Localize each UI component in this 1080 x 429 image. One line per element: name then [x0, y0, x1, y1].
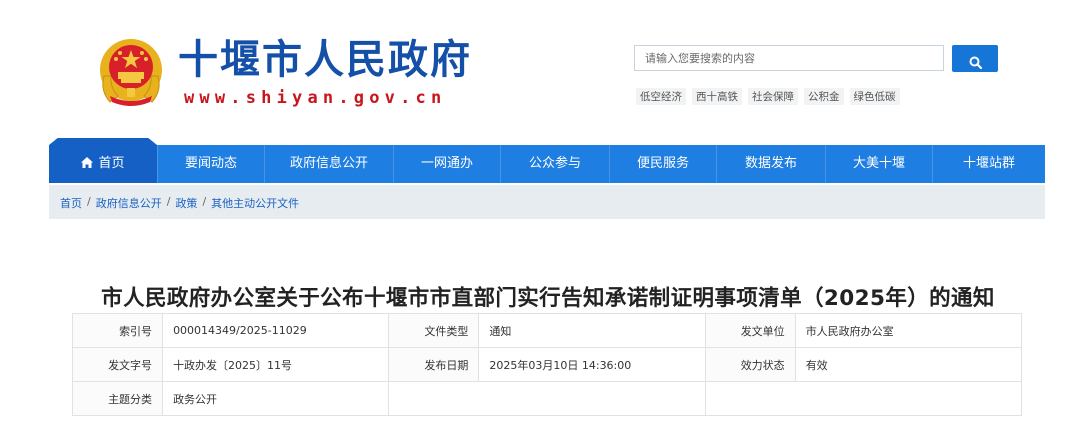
- index-label: 索引号: [71, 313, 164, 348]
- nav-item-news[interactable]: 要闻动态: [157, 145, 264, 183]
- nav-item-data-release[interactable]: 数据发布: [716, 145, 825, 183]
- doc-type-label: 文件类型: [388, 313, 480, 348]
- search-input[interactable]: [634, 45, 944, 71]
- home-icon: [81, 157, 94, 168]
- topic-label: 主题分类: [71, 381, 164, 416]
- nav-item-site-group[interactable]: 十堰站群: [932, 145, 1045, 183]
- nav-item-beautiful-shiyan[interactable]: 大美十堰: [825, 145, 932, 183]
- publish-date-value: 2025年03月10日 14:36:00: [478, 347, 706, 382]
- national-emblem-logo: [96, 36, 166, 108]
- breadcrumb-home[interactable]: 首页: [60, 195, 82, 211]
- issuer-label: 发文单位: [704, 313, 796, 348]
- nav-item-online-services[interactable]: 一网通办: [393, 145, 500, 183]
- main-nav: 首页 要闻动态 政府信息公开 一网通办 公众参与 便民服务 数据发布 大美十堰 …: [49, 145, 1045, 183]
- nav-item-public-participation[interactable]: 公众参与: [500, 145, 609, 183]
- search-icon: [969, 56, 982, 69]
- hot-tag[interactable]: 社会保障: [748, 88, 798, 105]
- hot-tag[interactable]: 低空经济: [636, 88, 686, 105]
- doc-number-label: 发文字号: [71, 347, 164, 382]
- doc-type-value: 通知: [478, 313, 706, 348]
- doc-number-value: 十政办发〔2025〕11号: [162, 347, 390, 382]
- nav-item-gov-info[interactable]: 政府信息公开: [264, 145, 393, 183]
- hot-tag[interactable]: 绿色低碳: [849, 88, 900, 105]
- topic-value: 政务公开: [162, 381, 390, 416]
- site-domain: www.shiyan.gov.cn: [184, 88, 447, 108]
- table-row: 发文字号 十政办发〔2025〕11号 发布日期 2025年03月10日 14:3…: [71, 347, 1023, 382]
- nav-item-home[interactable]: 首页: [49, 145, 157, 183]
- table-row: 主题分类 政务公开: [71, 381, 1023, 416]
- site-title: 十堰市人民政府: [178, 36, 472, 83]
- issuer-value: 市人民政府办公室: [794, 313, 1023, 348]
- hot-search-tags: 低空经济 西十高铁 社会保障 公积金 绿色低碳: [636, 88, 900, 105]
- breadcrumb-policy[interactable]: 政策: [175, 195, 197, 211]
- publish-date-label: 发布日期: [388, 347, 480, 382]
- validity-label: 效力状态: [704, 347, 796, 382]
- breadcrumb-other-files[interactable]: 其他主动公开文件: [211, 195, 299, 211]
- breadcrumb-separator: /: [166, 195, 171, 208]
- nav-item-convenience[interactable]: 便民服务: [609, 145, 716, 183]
- document-info-table: 索引号 000014349/2025-11029 文件类型 通知 发文单位 市人…: [71, 313, 1023, 416]
- empty-cell: [704, 381, 1023, 416]
- breadcrumb-gov-info[interactable]: 政府信息公开: [96, 195, 162, 211]
- nav-item-label: 首页: [98, 156, 125, 171]
- breadcrumb: 首页 / 政府信息公开 / 政策 / 其他主动公开文件: [60, 195, 299, 211]
- table-row: 索引号 000014349/2025-11029 文件类型 通知 发文单位 市人…: [71, 313, 1023, 348]
- breadcrumb-separator: /: [87, 195, 91, 208]
- breadcrumb-separator: /: [202, 195, 207, 208]
- breadcrumb-bar: 首页 / 政府信息公开 / 政策 / 其他主动公开文件: [49, 185, 1045, 219]
- search-button[interactable]: [952, 45, 998, 72]
- empty-cell: [388, 381, 706, 416]
- validity-value: 有效: [794, 347, 1023, 382]
- document-title: 市人民政府办公室关于公布十堰市市直部门实行告知承诺制证明事项清单（2025年）的…: [101, 286, 995, 311]
- hot-tag[interactable]: 西十高铁: [692, 88, 742, 105]
- index-value: 000014349/2025-11029: [162, 313, 390, 348]
- hot-tag[interactable]: 公积金: [804, 88, 844, 105]
